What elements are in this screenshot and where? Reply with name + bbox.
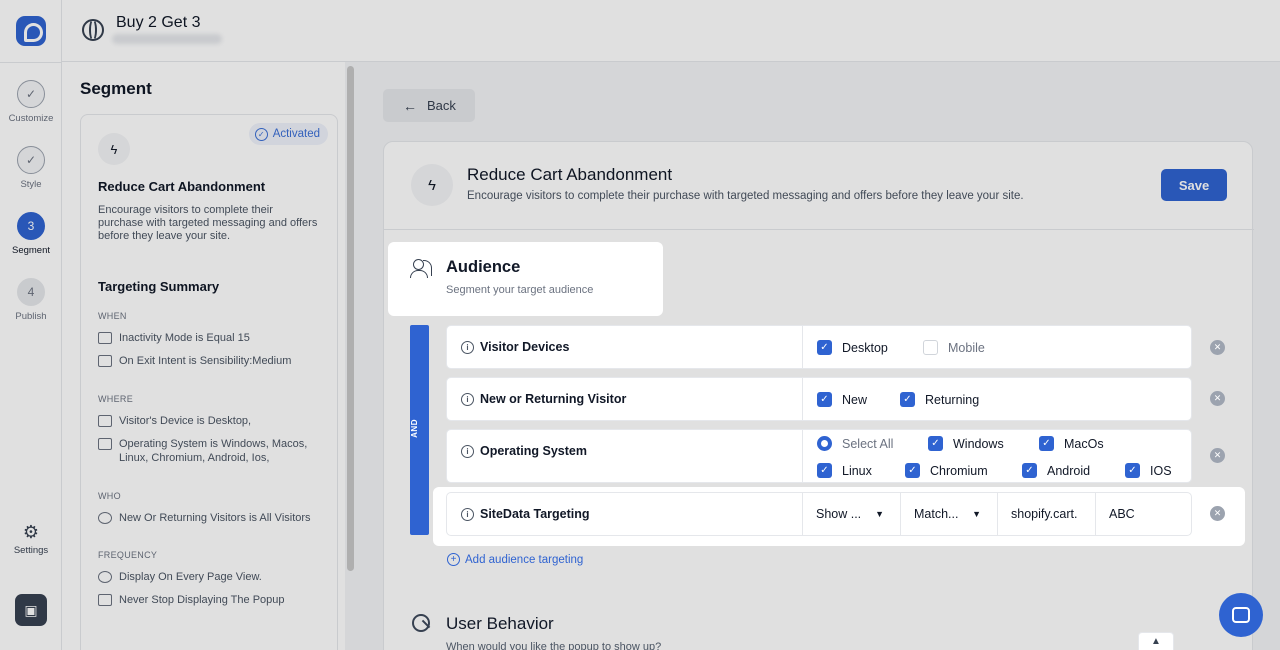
rule-new-or-returning: i New or Returning Visitor ✓ New ✓ Retur… bbox=[446, 377, 1192, 421]
checkbox-chromium[interactable]: ✓ Chromium bbox=[905, 463, 988, 478]
info-icon[interactable]: i bbox=[461, 444, 474, 458]
user-behavior-title: User Behavior bbox=[446, 614, 554, 633]
checkbox-android[interactable]: ✓ Android bbox=[1022, 463, 1090, 478]
cursor-click-icon bbox=[412, 614, 430, 632]
checkbox-ios[interactable]: ✓ IOS bbox=[1125, 463, 1172, 478]
checkbox-checked-icon[interactable]: ✓ bbox=[905, 463, 920, 478]
radio-select-all[interactable]: Select All bbox=[817, 436, 893, 451]
info-icon[interactable]: i bbox=[461, 340, 474, 354]
info-icon[interactable]: i bbox=[461, 392, 474, 406]
chevron-up-icon[interactable]: ▲ bbox=[1138, 632, 1174, 650]
add-audience-targeting-link[interactable]: + Add audience targeting bbox=[447, 553, 583, 566]
checkbox-checked-icon[interactable]: ✓ bbox=[1125, 463, 1140, 478]
checkbox-mobile[interactable]: Mobile bbox=[923, 340, 985, 355]
checkbox-checked-icon[interactable]: ✓ bbox=[1039, 436, 1054, 451]
sitedata-value-input[interactable]: ABC bbox=[1095, 493, 1191, 535]
show-select[interactable]: Show ... ▼ bbox=[802, 493, 900, 535]
checkbox-checked-icon[interactable]: ✓ bbox=[900, 392, 915, 407]
info-icon[interactable]: i bbox=[461, 507, 474, 521]
rule-operating-system: i Operating System Select All ✓ Windows … bbox=[446, 429, 1192, 483]
and-connector: AND bbox=[410, 325, 429, 535]
users-icon bbox=[410, 259, 434, 279]
checkbox-macos[interactable]: ✓ MacOs bbox=[1039, 436, 1104, 451]
checkbox-unchecked-icon[interactable] bbox=[923, 340, 938, 355]
plus-circle-icon: + bbox=[447, 553, 460, 566]
audience-subtitle: Segment your target audience bbox=[446, 284, 594, 296]
rule-sitedata-targeting: i SiteData Targeting Show ... ▼ Match...… bbox=[433, 487, 1245, 546]
radio-selected-icon[interactable] bbox=[817, 436, 832, 451]
chevron-down-icon: ▼ bbox=[875, 509, 884, 519]
checkbox-new[interactable]: ✓ New bbox=[817, 392, 867, 407]
checkbox-windows[interactable]: ✓ Windows bbox=[928, 436, 1004, 451]
chat-icon bbox=[1232, 607, 1250, 623]
audience-title: Audience bbox=[446, 258, 521, 276]
checkbox-checked-icon[interactable]: ✓ bbox=[1022, 463, 1037, 478]
remove-rule-icon[interactable]: ✕ bbox=[1210, 340, 1225, 355]
checkbox-checked-icon[interactable]: ✓ bbox=[928, 436, 943, 451]
chat-launcher-button[interactable] bbox=[1219, 593, 1263, 637]
checkbox-returning[interactable]: ✓ Returning bbox=[900, 392, 979, 407]
chevron-down-icon: ▼ bbox=[972, 509, 981, 519]
match-select[interactable]: Match... ▼ bbox=[900, 493, 997, 535]
checkbox-linux[interactable]: ✓ Linux bbox=[817, 463, 872, 478]
checkbox-desktop[interactable]: ✓ Desktop bbox=[817, 340, 888, 355]
rule-visitor-devices: i Visitor Devices ✓ Desktop Mobile bbox=[446, 325, 1192, 369]
checkbox-checked-icon[interactable]: ✓ bbox=[817, 392, 832, 407]
remove-rule-icon[interactable]: ✕ bbox=[1210, 506, 1225, 521]
user-behavior-subtitle: When would you like the popup to show up… bbox=[446, 641, 662, 650]
remove-rule-icon[interactable]: ✕ bbox=[1210, 391, 1225, 406]
audience-header: Audience Segment your target audience bbox=[388, 242, 663, 316]
remove-rule-icon[interactable]: ✕ bbox=[1210, 448, 1225, 463]
checkbox-checked-icon[interactable]: ✓ bbox=[817, 463, 832, 478]
checkbox-checked-icon[interactable]: ✓ bbox=[817, 340, 832, 355]
sitedata-key-input[interactable]: shopify.cart. bbox=[997, 493, 1095, 535]
